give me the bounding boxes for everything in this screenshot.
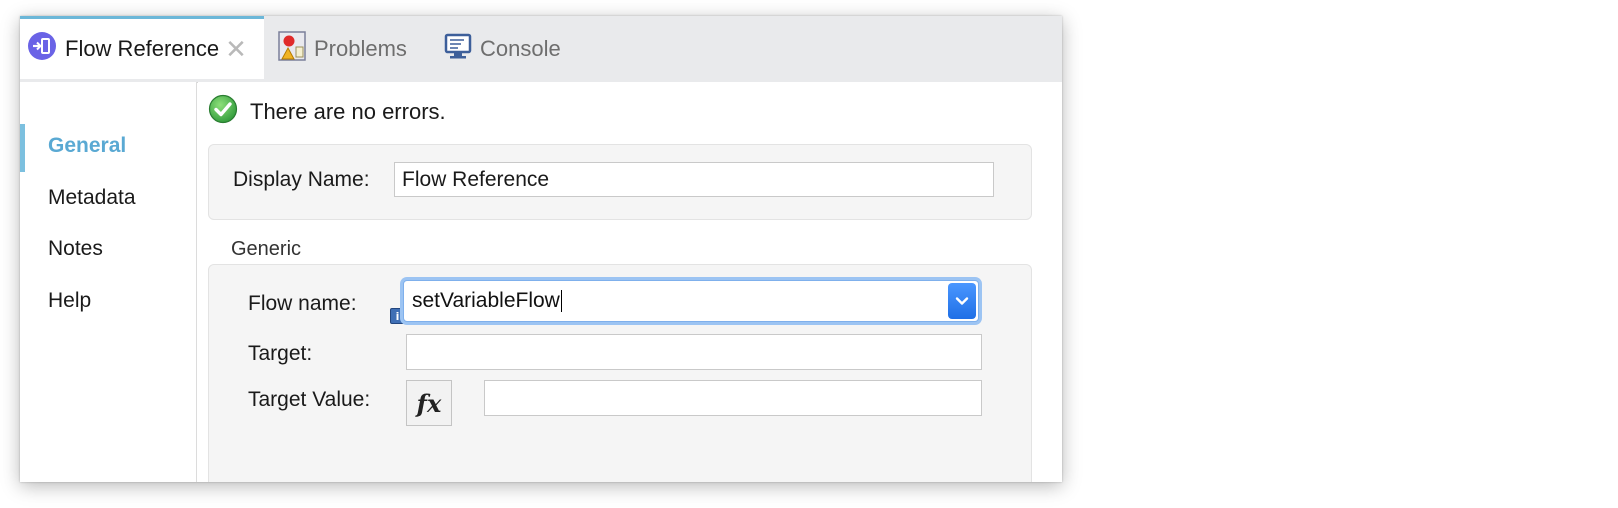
sidebar-item-general[interactable]: General — [48, 134, 126, 158]
close-tab-icon[interactable]: ✕ — [225, 36, 247, 62]
tab-console[interactable]: Console — [444, 16, 561, 82]
tab-bar: Flow Reference ✕ Problems Console — [20, 16, 1062, 83]
check-circle-icon — [208, 94, 238, 130]
target-value-field[interactable] — [484, 380, 982, 416]
target-field[interactable] — [406, 334, 982, 370]
sidebar-item-metadata[interactable]: Metadata — [48, 186, 136, 210]
properties-window: Flow Reference ✕ Problems Console Genera… — [20, 16, 1062, 482]
tab-problems[interactable]: Problems — [278, 16, 407, 82]
problems-icon — [278, 31, 306, 67]
status-text: There are no errors. — [250, 99, 446, 124]
tab-problems-label: Problems — [314, 36, 407, 61]
sidebar-active-indicator — [20, 124, 25, 172]
display-name-label: Display Name: — [233, 168, 370, 191]
target-label: Target: — [248, 342, 313, 365]
generic-section-title: Generic — [231, 238, 302, 260]
target-value-label: Target Value: — [248, 388, 371, 411]
properties-content: There are no errors. Display Name: Flow … — [198, 82, 1062, 482]
tab-flow-reference-label: Flow Reference — [65, 36, 220, 61]
sidebar-item-notes[interactable]: Notes — [48, 237, 103, 261]
tab-flow-reference[interactable]: Flow Reference ✕ — [20, 16, 264, 79]
sidebar-item-help[interactable]: Help — [48, 289, 91, 313]
flow-name-combobox[interactable]: setVariableFlow — [403, 280, 979, 322]
status-row: There are no errors. — [208, 94, 446, 130]
console-icon — [444, 32, 472, 66]
expression-mode-button[interactable]: fx — [406, 380, 452, 426]
sidebar: General Metadata Notes Help — [20, 82, 197, 482]
flow-name-label: Flow name: — [248, 292, 357, 315]
flow-name-value[interactable]: setVariableFlow — [404, 289, 948, 313]
chevron-down-icon[interactable] — [948, 283, 976, 319]
display-name-field[interactable]: Flow Reference — [394, 162, 994, 197]
tab-console-label: Console — [480, 36, 561, 61]
flow-reference-icon — [27, 31, 57, 67]
